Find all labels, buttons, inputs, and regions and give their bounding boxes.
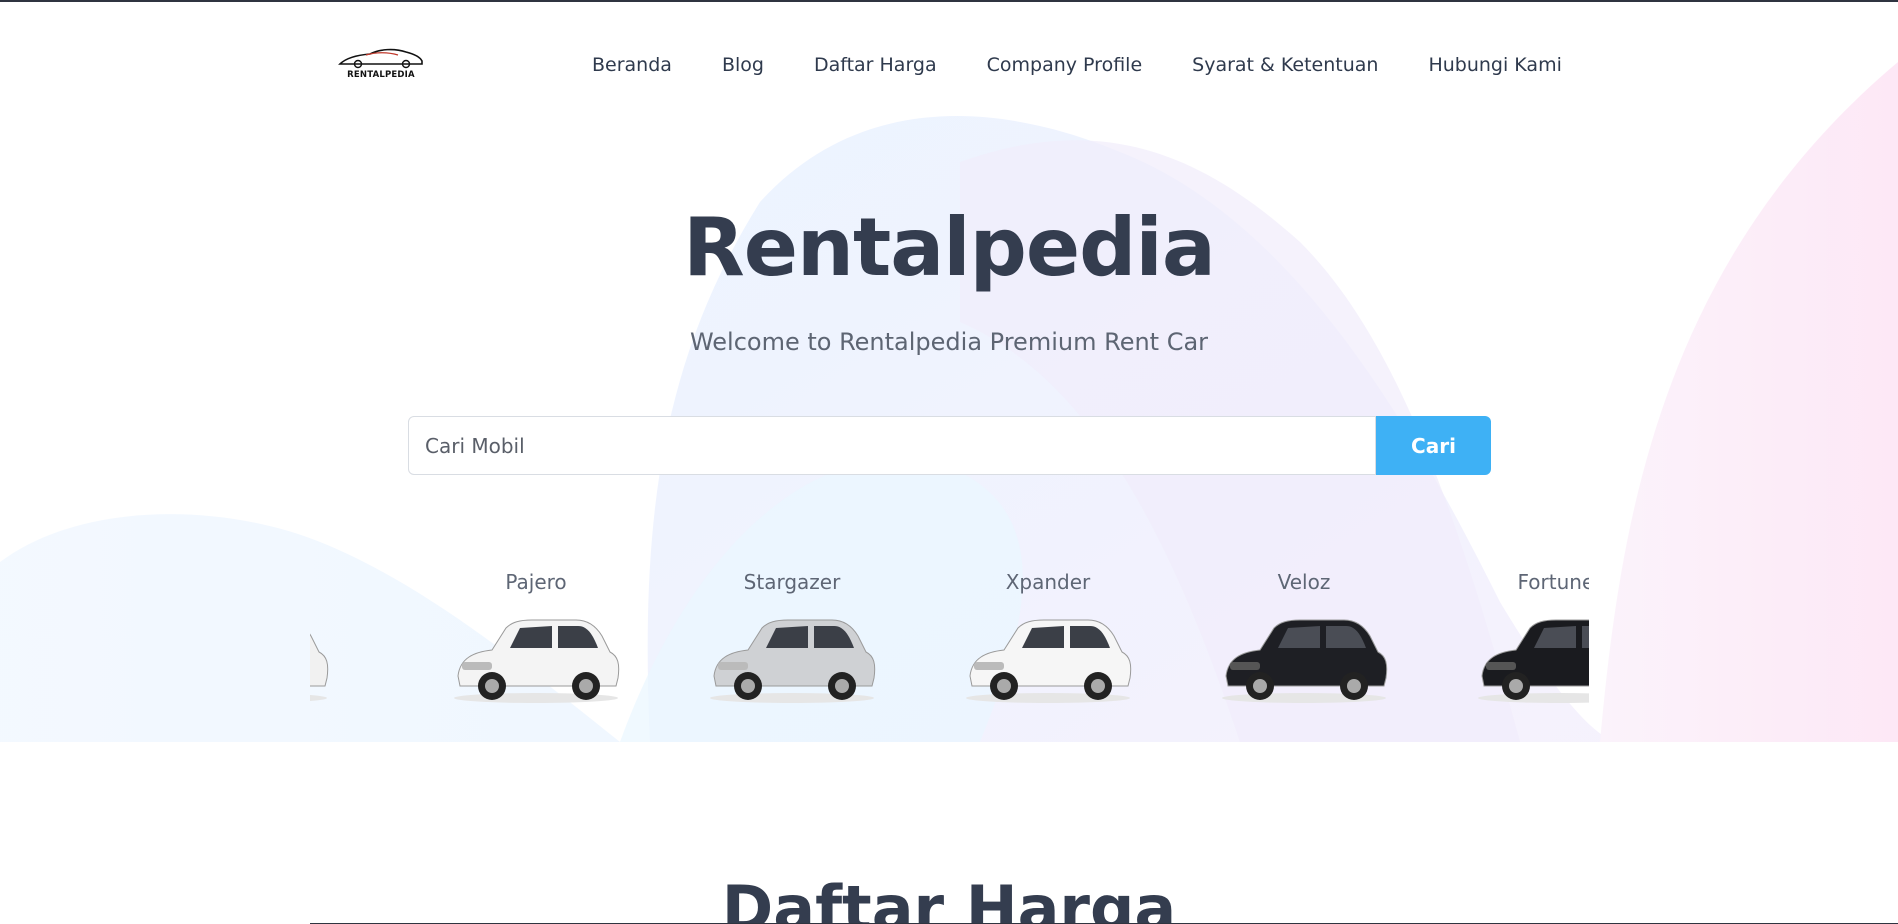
car-shape xyxy=(974,662,1004,670)
car-shape xyxy=(462,662,492,670)
nav-item-daftar-harga[interactable]: Daftar Harga xyxy=(814,54,937,76)
nav-item-company-profile[interactable]: Company Profile xyxy=(987,54,1143,76)
car-image xyxy=(454,619,620,703)
car-search-form: Cari xyxy=(408,416,1491,475)
car-image xyxy=(710,619,876,703)
hero-title: Rentalpedia xyxy=(683,201,1216,294)
nav-item-beranda[interactable]: Beranda xyxy=(592,54,672,76)
logo-text: RENTALPEDIA xyxy=(347,70,415,80)
page: RENTALPEDIA Beranda Blog Daftar Harga Co… xyxy=(0,0,1898,924)
car-shape xyxy=(310,694,327,702)
car-shape xyxy=(1253,679,1267,693)
site-header: RENTALPEDIA Beranda Blog Daftar Harga Co… xyxy=(0,2,1898,130)
car-image xyxy=(1222,619,1388,703)
car-image xyxy=(310,633,329,702)
car-name: Pajero xyxy=(505,570,567,594)
car-name: Xpander xyxy=(1005,570,1091,594)
car-shape xyxy=(1091,679,1105,693)
car-card[interactable]: Xpander xyxy=(938,562,1158,732)
brand-logo[interactable]: RENTALPEDIA xyxy=(336,46,426,82)
car-shape xyxy=(1582,626,1589,648)
car-shape xyxy=(485,679,499,693)
car-name: Fortuner xyxy=(1517,570,1590,594)
car-shape xyxy=(741,679,755,693)
car-shape xyxy=(997,679,1011,693)
car-shape xyxy=(1230,662,1260,670)
search-input[interactable] xyxy=(408,416,1376,475)
car-shape xyxy=(1486,662,1516,670)
car-shape xyxy=(718,662,748,670)
car-shape xyxy=(835,679,849,693)
nav-item-blog[interactable]: Blog xyxy=(722,54,764,76)
car-name: Stargazer xyxy=(743,570,841,594)
car-shape xyxy=(579,679,593,693)
car-shape xyxy=(1478,693,1589,703)
car-card[interactable] xyxy=(310,562,355,732)
car-name: Veloz xyxy=(1277,570,1331,594)
nav-item-syarat-ketentuan[interactable]: Syarat & Ketentuan xyxy=(1192,54,1378,76)
car-image xyxy=(1478,619,1589,703)
car-card[interactable]: Stargazer xyxy=(682,562,902,732)
nav-item-hubungi-kami[interactable]: Hubungi Kami xyxy=(1428,54,1561,76)
hero-subtitle: Welcome to Rentalpedia Premium Rent Car xyxy=(689,328,1209,356)
car-image xyxy=(966,619,1132,703)
car-shape xyxy=(1509,679,1523,693)
car-card[interactable]: Fortuner xyxy=(1450,562,1589,732)
section-title-daftar-harga: Daftar Harga xyxy=(721,872,1177,924)
car-card[interactable]: Veloz xyxy=(1194,562,1414,732)
car-carousel[interactable]: Pajero Stargazer Xpander Veloz Fortuner xyxy=(310,562,1589,732)
main-nav: Beranda Blog Daftar Harga Company Profil… xyxy=(592,54,1562,76)
car-shape xyxy=(1347,679,1361,693)
car-shape xyxy=(310,633,329,687)
car-logo-icon xyxy=(338,48,423,69)
search-button[interactable]: Cari xyxy=(1376,416,1491,475)
car-card[interactable]: Pajero xyxy=(426,562,646,732)
